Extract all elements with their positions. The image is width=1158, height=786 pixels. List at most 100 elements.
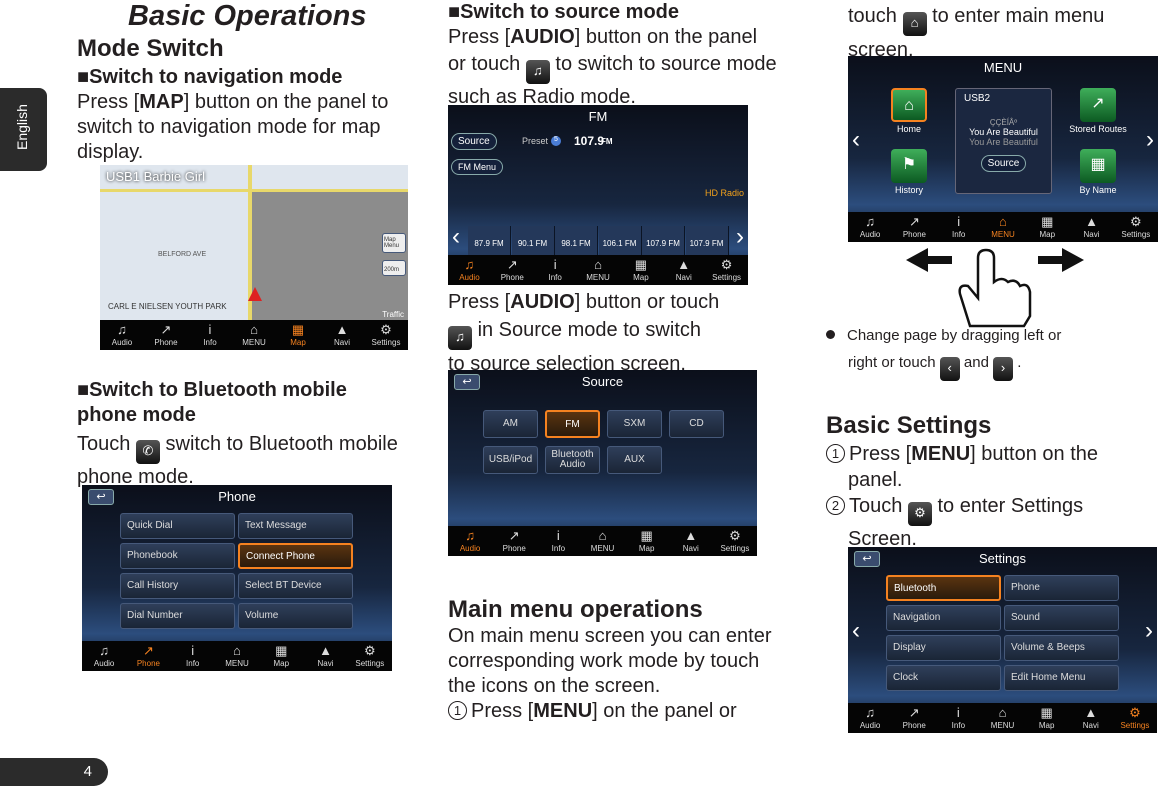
home-icon: ⌂ <box>999 214 1007 229</box>
map-screenshot: USB1 Barbie Girl BELFORD AVE CARL E NIELSE… <box>100 165 408 350</box>
bt-mode-heading: ■Switch to Bluetooth mobile phone mode <box>77 379 347 426</box>
chevron-left-icon: ‹ <box>452 223 460 250</box>
nav-item-phone: ↗ Phone <box>491 255 534 285</box>
home-icon: ⌂ <box>998 705 1007 720</box>
source-button: USB/iPod <box>483 446 538 474</box>
nav-item-label: Settings <box>1121 230 1151 239</box>
screen-title: Settings <box>979 551 1026 566</box>
info-icon: i <box>956 705 960 720</box>
nav-item-navi: ▲ Navi <box>320 320 364 350</box>
source-button: AM <box>483 410 538 438</box>
screen-title: Source <box>581 374 624 389</box>
menu-item-history: ⚑ <box>891 149 927 183</box>
music-note-icon: ♫ <box>865 214 876 229</box>
hd-radio-logo: HD Radio <box>704 188 744 198</box>
screen-title: Phone <box>218 489 256 504</box>
settings-screenshot: Settings ↩ ‹ › Bluetooth Phone Navigation Sound… <box>848 547 1157 733</box>
preset-button: 106.1 FM <box>598 226 642 256</box>
info-icon: i <box>957 214 961 229</box>
preset-button: 98.1 FM <box>555 226 598 256</box>
menu-item-stored-routes: ↗ <box>1080 88 1116 122</box>
nav-bar: ♫ Audio ↗ Phone i Info ⌂ MENU ▦ Map ▲ Navi ⚙ Settings <box>100 320 408 350</box>
info-icon: i <box>191 643 195 658</box>
menu-button: Bluetooth <box>886 575 1001 601</box>
menu-touch-text: touch ⌂ to enter main menu screen. <box>848 5 1105 61</box>
settings-icon: ⚙ <box>907 502 932 526</box>
home-icon: ⌂ <box>598 528 607 543</box>
menu-item-label: History <box>894 185 923 195</box>
nav-item-map: ▦ Map <box>619 255 662 285</box>
source-button: Bluetooth Audio <box>545 446 600 474</box>
nav-item-info: i Info <box>534 255 577 285</box>
menu-button: Clock <box>886 665 1001 691</box>
music-note-icon: ♫ <box>465 528 475 543</box>
menu-button: Select BT Device <box>238 573 353 599</box>
chevron-right-icon: › <box>1146 126 1154 153</box>
nav-item-label: Map <box>1039 230 1056 239</box>
menu-button: Edit Home Menu <box>1004 665 1119 691</box>
nav-item-menu: ⌂ MENU <box>215 641 259 671</box>
nav-item-menu: ⌂ MENU <box>980 703 1024 733</box>
map-icon: ▦ <box>634 257 648 272</box>
nav-item-label: Phone <box>154 338 178 347</box>
nav-bar: ♫ Audio ↗ Phone i Info ⌂ MENU ▦ Map ▲ Navi ⚙ Settings <box>848 212 1158 242</box>
music-note-icon: ♫ <box>117 322 127 337</box>
nav-item-label: Navi <box>333 338 350 347</box>
nav-item-label: Audio <box>93 659 115 668</box>
nav-item-audio: ♫ Audio <box>100 320 144 350</box>
basic-settings-text: 1 Press [MENU] button on the panel. 2 Touc… <box>826 441 1156 552</box>
menu-button: Phonebook <box>120 543 235 569</box>
chevron-right-icon: › <box>1145 617 1153 644</box>
menu-screenshot: MENU ‹ › ⌂ Home ⚑ History ↗ Stored Routes ▦ By Nam… <box>848 56 1158 242</box>
menu-button: Quick Dial <box>120 513 235 539</box>
chevron-left-icon: ‹ <box>852 126 860 153</box>
map-dark-area <box>252 192 408 322</box>
nav-item-audio: ♫ Audio <box>848 703 892 733</box>
nav-item-info: i Info <box>936 703 980 733</box>
page-number: 4 <box>0 758 108 786</box>
menu-button: Connect Phone <box>238 543 353 569</box>
chevron-left-icon: ‹ <box>939 357 960 381</box>
nav-item-label: Map <box>273 659 290 668</box>
chevron-right-icon: › <box>993 357 1014 381</box>
source-button: CD <box>669 410 724 438</box>
scale-button: 200m <box>382 260 406 276</box>
nav-bar: ♫ Audio ↗ Phone i Info ⌂ MENU ▦ Map ▲ Navi ⚙ Settings <box>448 526 757 556</box>
nav-item-navi: ▲ Navi <box>1069 703 1113 733</box>
phone-icon: ↗ <box>506 257 518 272</box>
home-icon: ⌂ <box>250 322 258 337</box>
navi-arrow-icon: ▲ <box>335 322 349 337</box>
nav-item-label: Map <box>638 544 655 553</box>
music-note-icon: ♫ <box>464 257 475 272</box>
basic-settings-heading: Basic Settings <box>826 412 992 439</box>
main-menu-text: On main menu screen you can enter corresp… <box>448 625 772 722</box>
band: FM <box>601 137 613 146</box>
audio-icon: ♫ <box>448 326 472 350</box>
nav-item-info: i Info <box>536 526 580 556</box>
phone-icon: ↗ <box>160 322 172 337</box>
phone-icon: ↗ <box>908 705 920 720</box>
nav-item-label: MENU <box>242 338 266 347</box>
usb-label: USB2 <box>964 93 991 104</box>
album: You Are Beautiful <box>969 137 1038 147</box>
nav-item-label: Phone <box>500 273 524 282</box>
nav-item-info: i Info <box>188 320 232 350</box>
source-select-text: Press [AUDIO] button or touch ♫ in Sourc… <box>448 291 720 375</box>
nav-item-info: i Info <box>937 212 981 242</box>
map-icon: ▦ <box>640 528 653 543</box>
nav-item-map: ▦ Map <box>1025 703 1069 733</box>
menu-button: Display <box>886 635 1001 661</box>
music-note-icon: ♫ <box>865 705 875 720</box>
nav-item-settings: ⚙ Settings <box>1114 212 1158 242</box>
nav-item-label: Info <box>186 659 200 668</box>
source-button: SXM <box>607 410 662 438</box>
mode-switch-heading: Mode Switch <box>77 35 224 62</box>
swipe-gesture-icon <box>906 248 1084 328</box>
menu-item-label: Home <box>896 124 921 134</box>
navi-arrow-icon: ▲ <box>1085 214 1098 229</box>
page-change-note: Change page by dragging left or right or… <box>826 322 1126 381</box>
preset-button: 107.9 FM <box>685 226 729 256</box>
home-icon: ⌂ <box>233 643 241 658</box>
nav-item-navi: ▲ Navi <box>669 526 713 556</box>
nav-item-map: ▦ Map <box>276 320 320 350</box>
